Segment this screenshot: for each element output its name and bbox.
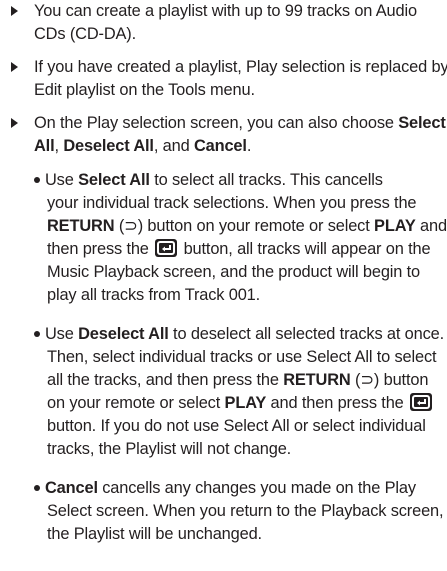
bullet-text: If you have created a playlist, Play sel… (34, 56, 447, 102)
bullet-text: You can create a playlist with up to 99 … (34, 0, 446, 46)
triangle-bullet-icon (11, 118, 18, 128)
text-line: on your remote or select PLAY and then p… (45, 392, 445, 415)
round-bullet-icon (34, 485, 40, 491)
text-run: all the tracks, and then press the (47, 371, 284, 389)
sub-bullet-text: Use Deselect All to deselect all selecte… (45, 323, 445, 461)
bold-term: Cancel (45, 479, 98, 497)
bullet-text: On the Play selection screen, you can al… (34, 112, 446, 158)
text-line: tracks, the Playlist will not change. (47, 440, 292, 458)
text-run: cancells any changes you made on the Pla… (97, 479, 416, 497)
text-line: Select screen. When you return to the Pl… (47, 502, 444, 520)
enter-button-icon (410, 393, 433, 411)
text-line: Then, select individual tracks or use Se… (47, 348, 437, 366)
bold-term: Deselect All (78, 325, 169, 343)
text-run: Use (45, 171, 79, 189)
round-bullet-icon (34, 331, 40, 337)
bold-term: All (34, 137, 55, 155)
sub-bullet-text: Use Select All to select all tracks. Thi… (45, 169, 447, 307)
text-line: all the tracks, and then press the RETUR… (45, 369, 445, 392)
text-line: Music Playback screen, and the product w… (47, 263, 421, 281)
triangle-bullet-icon (11, 62, 18, 72)
text-run: , (54, 137, 64, 155)
text-line: RETURN (⊃) button on your remote or sele… (45, 215, 447, 238)
text-run: and then press the (266, 394, 404, 412)
text-run: then press the (47, 240, 154, 258)
text-line: On the Play selection screen, you can al… (34, 112, 446, 135)
enter-button-icon (155, 239, 178, 257)
text-line: play all tracks from Track 001. (47, 286, 261, 304)
text-line: your individual track selections. When y… (47, 194, 417, 212)
text-run: button, all tracks will appear on the (179, 240, 431, 258)
text-run: on your remote or select (47, 394, 225, 412)
text-run: to select all tracks. This cancells (149, 171, 383, 189)
text-run: button on your remote or select (143, 217, 375, 235)
text-run: and (415, 217, 447, 235)
text-run: button (379, 371, 429, 389)
text-line: CDs (CD-DA). (34, 25, 136, 43)
text-line: button. If you do not use Select All or … (47, 417, 426, 435)
text-run: On the Play selection screen, you can al… (34, 114, 399, 132)
bold-term: Cancel (193, 137, 247, 155)
manual-page: You can create a playlist with up to 99 … (0, 0, 447, 571)
text-line: If you have created a playlist, Play sel… (34, 58, 447, 76)
bold-term: RETURN (47, 217, 115, 235)
sub-bullet-text: Cancel cancells any changes you made on … (45, 477, 445, 546)
text-run: to deselect all selected tracks at once. (168, 325, 445, 343)
text-line: then press the button, all tracks will a… (45, 238, 445, 261)
text-run: Use (45, 325, 79, 343)
bold-term: Select (398, 114, 446, 132)
text-line: Use Select All to select all tracks. Thi… (45, 169, 445, 192)
round-bullet-icon (34, 177, 40, 183)
text-run: . (246, 137, 252, 155)
return-arrow-icon: (⊃) (118, 217, 144, 235)
text-line: All, Deselect All, and Cancel. (34, 135, 446, 158)
text-line: Cancel cancells any changes you made on … (45, 477, 445, 500)
bold-term: RETURN (283, 371, 351, 389)
bold-term: Select All (78, 171, 150, 189)
text-run: , and (153, 137, 194, 155)
bold-term: Deselect All (63, 137, 154, 155)
bold-term: PLAY (374, 217, 416, 235)
text-line: the Playlist will be unchanged. (47, 525, 262, 543)
triangle-bullet-icon (11, 6, 18, 16)
text-line: Edit playlist on the Tools menu. (34, 81, 255, 99)
return-arrow-icon: (⊃) (355, 371, 380, 389)
text-line: You can create a playlist with up to 99 … (34, 2, 417, 20)
bold-term: PLAY (224, 394, 267, 412)
text-line: Use Deselect All to deselect all selecte… (45, 323, 445, 346)
